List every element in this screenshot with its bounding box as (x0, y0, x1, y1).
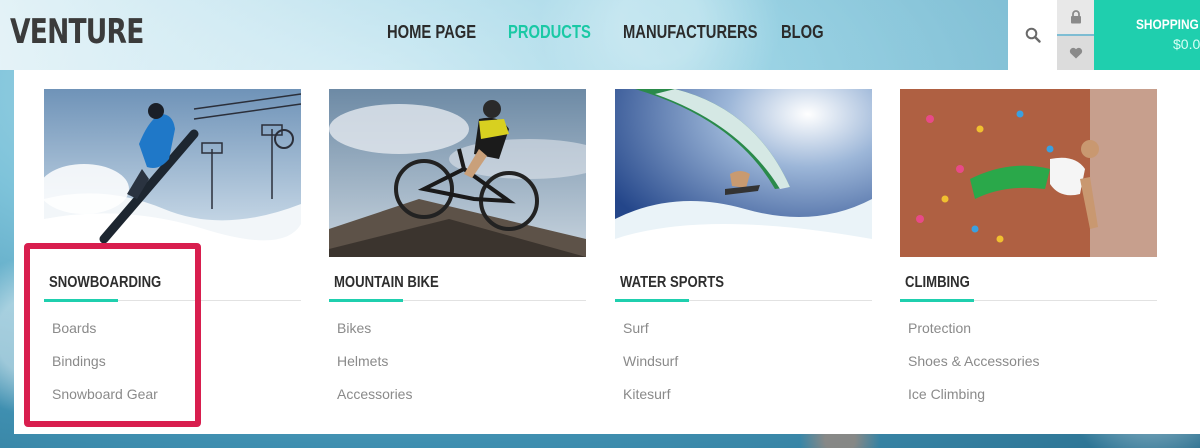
menu-heading-climbing[interactable]: CLIMBING (905, 274, 1112, 292)
menu-column-climbing: CLIMBING Protection Shoes & Accessories … (900, 89, 1157, 419)
nav-home-page[interactable]: HOME PAGE (387, 22, 476, 43)
mountain-biker-photo[interactable] (329, 89, 586, 257)
menu-link-windsurf[interactable]: Windsurf (623, 353, 872, 386)
menu-link-accessories[interactable]: Accessories (337, 386, 586, 419)
heading-underline (900, 299, 1157, 302)
menu-link-kitesurf[interactable]: Kitesurf (623, 386, 872, 419)
highlight-box (24, 243, 201, 427)
search-button[interactable] (1008, 0, 1057, 70)
heading-underline (329, 299, 586, 302)
menu-column-mountain-bike: MOUNTAIN BIKE Bikes Helmets Accessories (329, 89, 586, 419)
menu-heading-mountain-bike[interactable]: MOUNTAIN BIKE (334, 274, 541, 292)
climber-photo[interactable] (900, 89, 1157, 257)
menu-link-ice-climbing[interactable]: Ice Climbing (908, 386, 1157, 419)
cart-label: SHOPPING C (1136, 16, 1200, 32)
snowboarder-photo[interactable] (44, 89, 301, 257)
menu-links-climbing: Protection Shoes & Accessories Ice Climb… (908, 320, 1157, 419)
wishlist-button[interactable] (1057, 36, 1094, 70)
menu-links-mountain-bike: Bikes Helmets Accessories (337, 320, 586, 419)
menu-link-shoes-accessories[interactable]: Shoes & Accessories (908, 353, 1157, 386)
cart-total: $0.0 (1173, 36, 1200, 52)
search-icon (1025, 27, 1041, 43)
nav-manufacturers[interactable]: MANUFACTURERS (623, 22, 757, 43)
menu-links-water-sports: Surf Windsurf Kitesurf (623, 320, 872, 419)
nav-blog[interactable]: BLOG (781, 22, 824, 43)
login-button[interactable] (1057, 0, 1094, 34)
nav-products[interactable]: PRODUCTS (508, 22, 591, 43)
site-logo[interactable]: VENTURE (10, 12, 144, 52)
site-header: VENTURE HOME PAGE PRODUCTS MANUFACTURERS… (0, 0, 1200, 70)
heart-icon (1069, 47, 1082, 59)
lock-icon (1070, 10, 1081, 24)
menu-link-protection[interactable]: Protection (908, 320, 1157, 353)
menu-link-helmets[interactable]: Helmets (337, 353, 586, 386)
menu-link-surf[interactable]: Surf (623, 320, 872, 353)
menu-heading-water-sports[interactable]: WATER SPORTS (620, 274, 827, 292)
account-buttons (1057, 0, 1094, 70)
windsurfer-photo[interactable] (615, 89, 872, 257)
heading-underline (615, 299, 872, 302)
menu-column-water-sports: WATER SPORTS Surf Windsurf Kitesurf (615, 89, 872, 419)
menu-link-bikes[interactable]: Bikes (337, 320, 586, 353)
shopping-cart-button[interactable]: SHOPPING C $0.0 (1094, 0, 1200, 70)
